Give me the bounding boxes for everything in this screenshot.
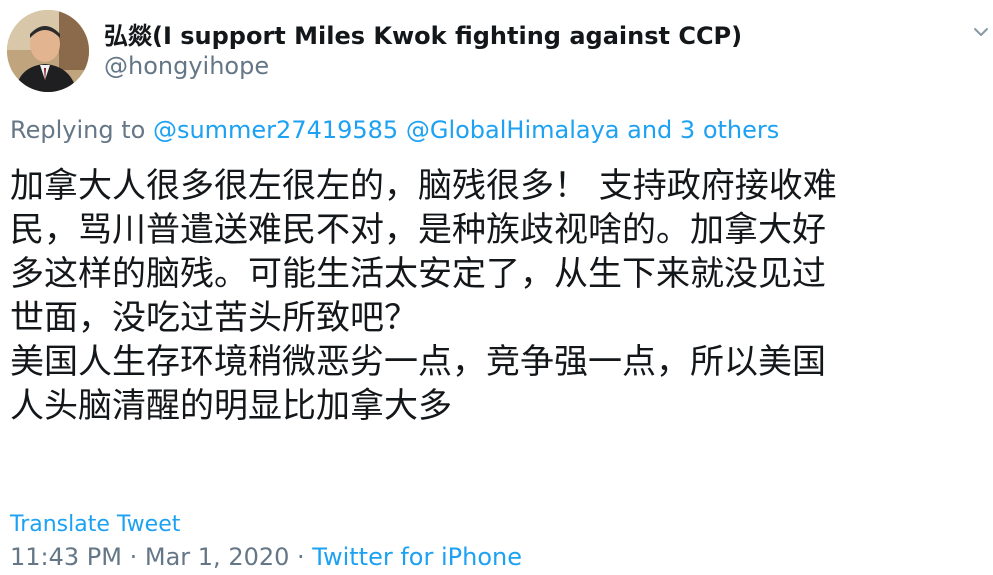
avatar[interactable] [7, 10, 89, 92]
replying-to-label: Replying to [10, 116, 153, 144]
tweet-text-line: 人头脑清醒的明显比加拿大多 [10, 386, 452, 426]
translate-tweet-link[interactable]: Translate Tweet [10, 512, 180, 537]
tweet-source-link[interactable]: Twitter for iPhone [312, 543, 522, 571]
display-name[interactable]: 弘燚(I support Miles Kwok fighting against… [104, 16, 742, 51]
others-link[interactable]: and 3 others [627, 116, 779, 144]
mention-link[interactable]: @GlobalHimalaya [406, 116, 620, 144]
replying-to: Replying to @summer27419585 @GlobalHimal… [10, 116, 779, 144]
mention-link[interactable]: @summer27419585 [153, 116, 398, 144]
chevron-down-icon[interactable] [969, 20, 993, 44]
tweet-text-line: 美国人生存环境稍微恶劣一点，竞争强一点，所以美国 [10, 342, 826, 382]
tweet-text-line: 多这样的脑残。可能生活太安定了，从生下来就没见过 [10, 254, 826, 294]
avatar-image [7, 10, 89, 92]
tweet-text-line: 民，骂川普遣送难民不对，是种族歧视啥的。加拿大好 [10, 210, 826, 250]
meta-separator: · [289, 543, 313, 571]
tweet-card: 弘燚(I support Miles Kwok fighting against… [0, 0, 993, 575]
tweet-time[interactable]: 11:43 PM [10, 543, 122, 571]
tweet-meta: 11:43 PM · Mar 1, 2020 · Twitter for iPh… [10, 543, 522, 571]
tweet-date[interactable]: Mar 1, 2020 [145, 543, 290, 571]
tweet-text-line: 世面，没吃过苦头所致吧？ [10, 298, 418, 338]
user-handle[interactable]: @hongyihope [104, 52, 269, 80]
tweet-text-line: 加拿大人很多很左很左的，脑残很多！ 支持政府接收难 [10, 166, 837, 206]
tweet-text: 加拿大人很多很左很左的，脑残很多！ 支持政府接收难 民，骂川普遣送难民不对，是种… [10, 164, 985, 428]
meta-separator: · [121, 543, 145, 571]
